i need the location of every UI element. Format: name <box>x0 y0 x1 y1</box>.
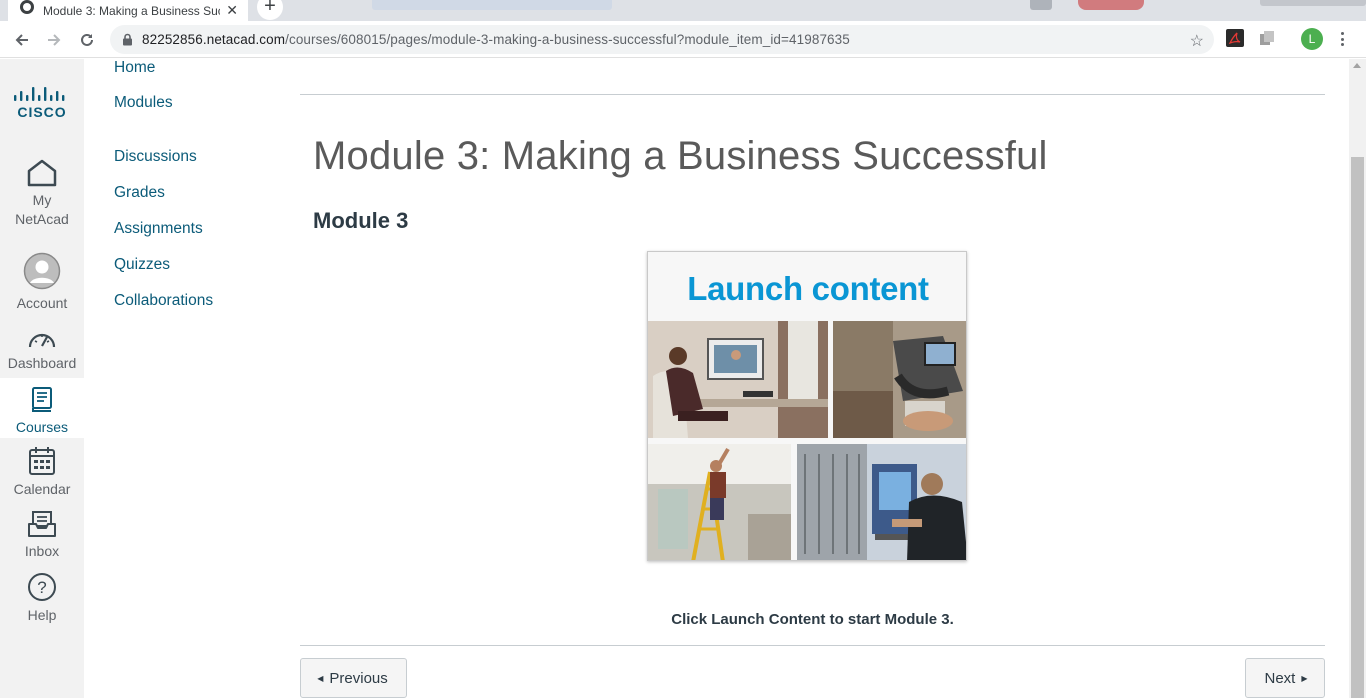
background-tab[interactable] <box>1030 0 1052 10</box>
nav-label: Help <box>27 607 57 623</box>
nav-my-netacad[interactable]: My NetAcad <box>0 159 84 229</box>
browser-tab[interactable]: Module 3: Making a Business Successful ✕ <box>8 0 248 21</box>
cisco-logo[interactable]: CISCO <box>12 85 72 119</box>
home-icon <box>27 159 57 187</box>
tab-close-icon[interactable]: ✕ <box>226 2 238 19</box>
nav-dashboard[interactable]: Dashboard <box>0 328 84 373</box>
photo-server-room <box>797 444 966 560</box>
url-path: /courses/608015/pages/module-3-making-a-… <box>285 32 850 47</box>
address-bar[interactable]: 82252856.netacad.com/courses/608015/page… <box>110 25 1214 54</box>
nav-inbox[interactable]: Inbox <box>0 510 84 561</box>
course-nav-assignments[interactable]: Assignments <box>114 211 213 247</box>
scrollbar-thumb[interactable] <box>1351 157 1364 698</box>
url-text[interactable]: 82252856.netacad.com/courses/608015/page… <box>142 32 850 47</box>
pdf-extension-icon[interactable] <box>1226 29 1244 47</box>
course-navigation: Home Modules Discussions Grades Assignme… <box>114 59 213 319</box>
reload-button[interactable] <box>76 29 98 51</box>
url-host: 82252856.netacad.com <box>142 32 286 47</box>
divider <box>300 645 1325 646</box>
launch-instruction: Click Launch Content to start Module 3. <box>671 611 954 628</box>
courses-icon <box>32 387 52 412</box>
svg-text:CISCO: CISCO <box>17 104 66 119</box>
browser-toolbar: 82252856.netacad.com/courses/608015/page… <box>0 21 1366 58</box>
nav-account[interactable]: Account <box>0 252 84 313</box>
launch-content-button[interactable]: Launch content <box>647 251 967 561</box>
nav-courses[interactable]: Courses <box>0 378 84 438</box>
divider <box>300 94 1325 95</box>
tab-title: Module 3: Making a Business Successful <box>43 3 220 18</box>
account-icon <box>23 252 61 290</box>
page-title: Module 3: Making a Business Successful <box>313 134 1048 178</box>
next-button[interactable]: Next ▶ <box>1245 658 1325 698</box>
nav-label: Calendar <box>13 481 71 497</box>
globe-icon <box>20 0 34 14</box>
calendar-icon <box>29 447 55 475</box>
browser-tab-strip: Module 3: Making a Business Successful ✕… <box>0 0 1366 21</box>
photo-video-conference <box>648 321 828 438</box>
course-nav-grades[interactable]: Grades <box>114 175 213 211</box>
nav-label: Courses <box>15 419 69 435</box>
photo-ladder-install <box>648 444 791 560</box>
window-controls[interactable] <box>1260 0 1366 6</box>
extension-icon[interactable] <box>1258 29 1276 47</box>
nav-label: Inbox <box>24 543 60 559</box>
previous-label: Previous <box>329 669 388 687</box>
scroll-up-arrow-icon[interactable] <box>1353 63 1361 68</box>
inbox-icon <box>28 511 56 537</box>
global-navigation: CISCO My NetAcad Account Dashboard Cours… <box>0 59 84 698</box>
svg-text:?: ? <box>37 578 46 597</box>
nav-calendar[interactable]: Calendar <box>0 446 84 499</box>
background-tab[interactable] <box>372 0 612 10</box>
browser-menu-icon[interactable] <box>1337 29 1347 49</box>
help-icon: ? <box>28 573 56 601</box>
course-nav-modules[interactable]: Modules <box>114 95 213 139</box>
background-tab[interactable] <box>1078 0 1144 10</box>
new-tab-button[interactable]: + <box>257 0 283 20</box>
dashboard-icon <box>28 333 56 348</box>
nav-label: My NetAcad <box>15 192 69 227</box>
lock-icon[interactable] <box>120 33 134 47</box>
bookmark-star-icon[interactable]: ☆ <box>1190 31 1204 51</box>
caret-left-icon: ◀ <box>317 673 324 683</box>
back-button[interactable] <box>11 29 33 51</box>
launch-content-label: Launch content <box>687 270 929 307</box>
course-nav-collaborations[interactable]: Collaborations <box>114 283 213 319</box>
caret-right-icon: ▶ <box>1301 673 1308 683</box>
profile-avatar[interactable]: L <box>1301 28 1323 50</box>
nav-label: Account <box>16 295 68 311</box>
course-nav-discussions[interactable]: Discussions <box>114 139 213 175</box>
previous-button[interactable]: ◀ Previous <box>300 658 407 698</box>
forward-button[interactable] <box>43 29 65 51</box>
nav-label: Dashboard <box>7 355 77 371</box>
photo-ip-phone <box>833 321 966 438</box>
next-label: Next <box>1264 669 1296 687</box>
nav-help[interactable]: ? Help <box>0 572 84 625</box>
module-heading: Module 3 <box>313 208 409 233</box>
course-nav-quizzes[interactable]: Quizzes <box>114 247 213 283</box>
